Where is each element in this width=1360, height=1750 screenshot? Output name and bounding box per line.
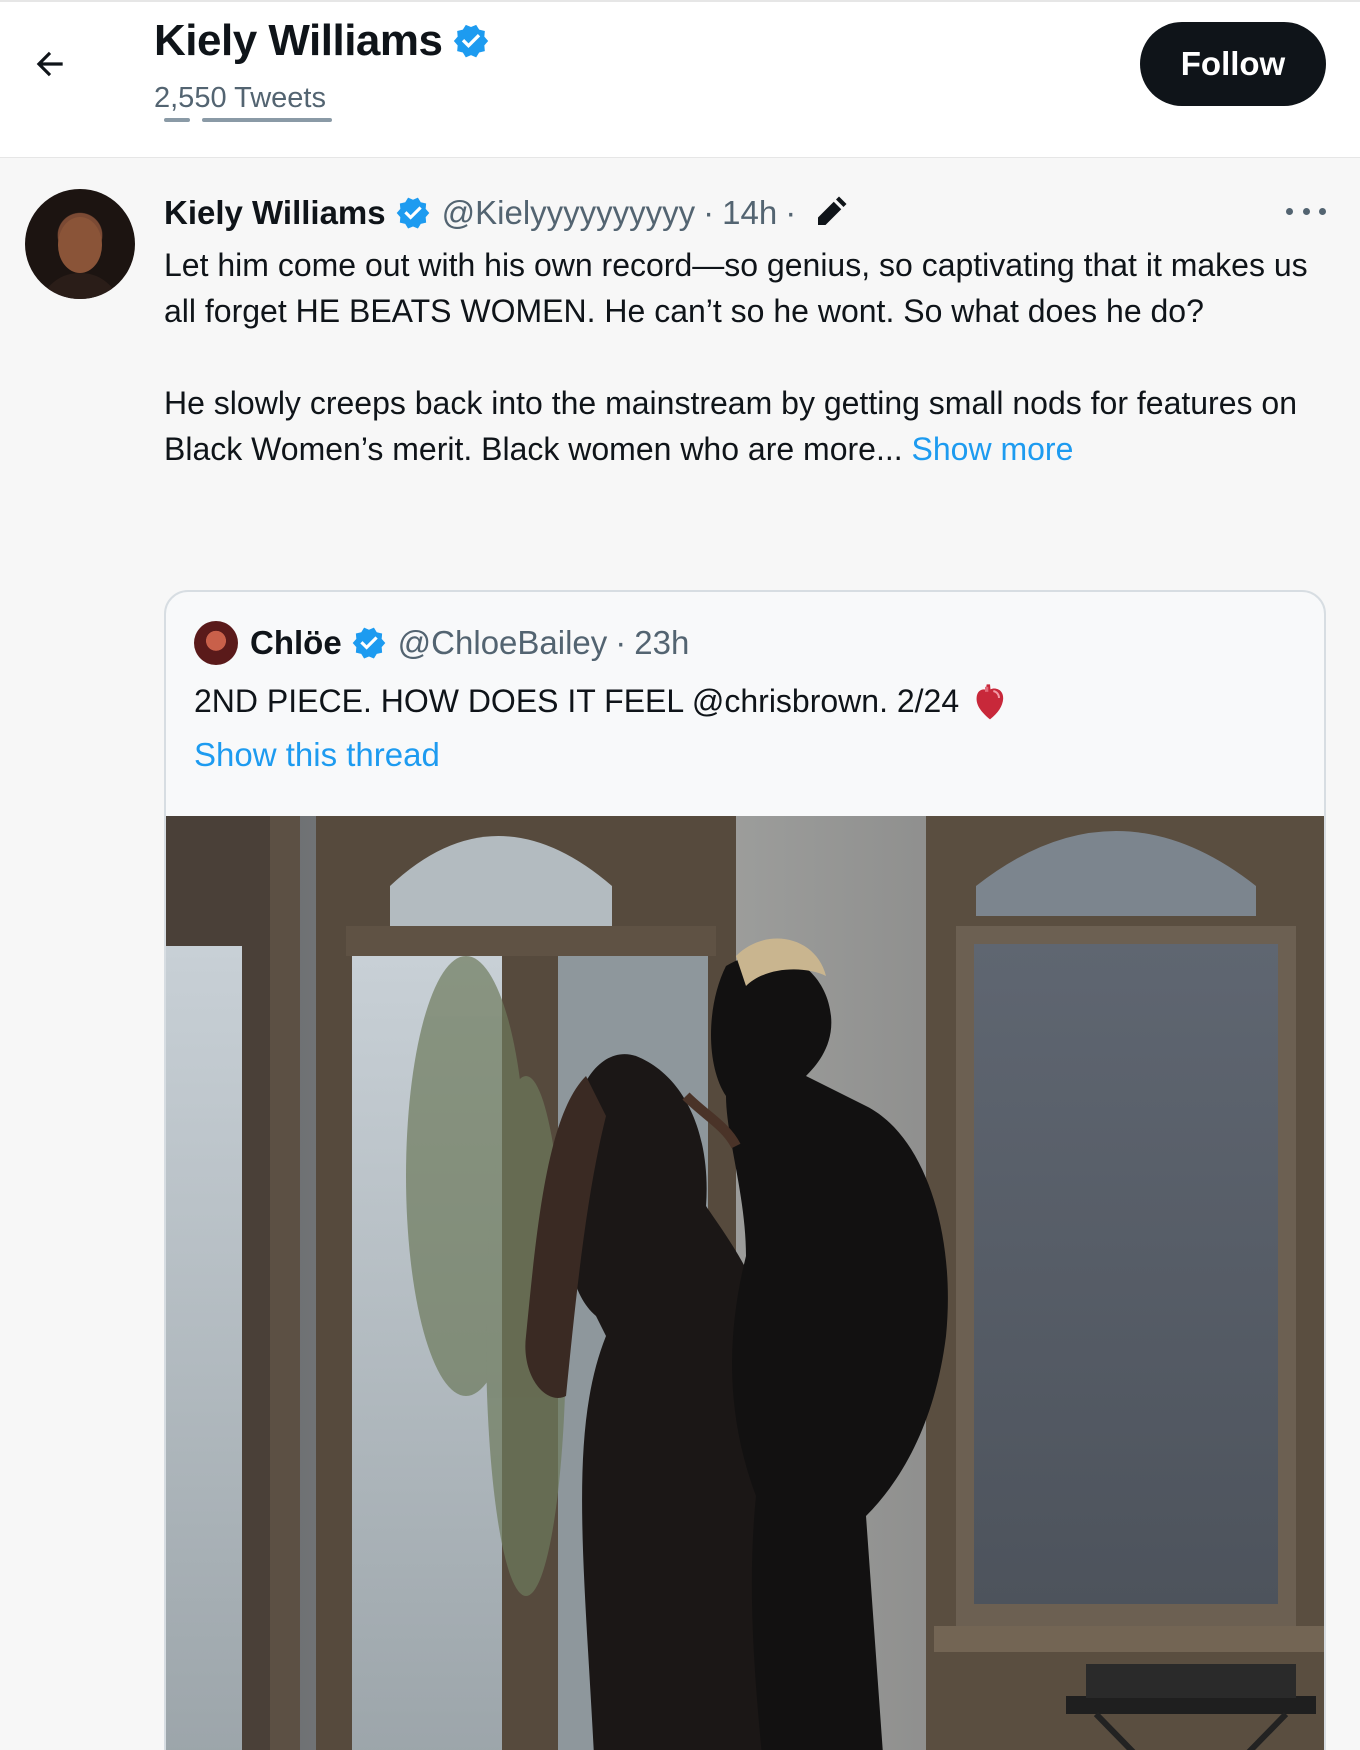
show-more-link[interactable]: Show more [912, 431, 1074, 467]
separator-dot: · [703, 194, 715, 231]
separator-dot: · [615, 624, 627, 661]
quoted-tweet-header: Chlöe @ChloeBailey · 23h [194, 620, 689, 666]
tweet-header: Kiely Williams @Kielyyyyyyyyyy · 14h · [164, 190, 848, 236]
back-button[interactable] [24, 38, 76, 90]
show-thread-link[interactable]: Show this thread [194, 732, 440, 778]
quoted-tweet-body: 2ND PIECE. HOW DOES IT FEEL @chrisbrown.… [194, 683, 960, 719]
arrow-left-icon [36, 51, 63, 77]
verified-badge-icon [350, 624, 388, 662]
follow-button[interactable]: Follow [1140, 22, 1326, 106]
photo-scene [166, 816, 1324, 1750]
verified-badge-icon [451, 21, 491, 61]
more-dots-icon[interactable] [1286, 196, 1326, 226]
tweet-paragraph: Let him come out with his own record—so … [164, 247, 1308, 329]
author-handle[interactable]: @Kielyyyyyyyyyy [442, 194, 696, 232]
promoted-label-fragment [162, 118, 342, 130]
edit-pencil-icon[interactable] [812, 195, 848, 231]
tweet-paragraph: He slowly creeps back into the mainstrea… [164, 380, 1314, 472]
separator-dot: · [785, 194, 797, 231]
avatar[interactable] [194, 621, 238, 665]
avatar[interactable] [25, 189, 135, 299]
quoted-tweet[interactable]: Chlöe @ChloeBailey · 23h 2ND PIECE. HOW … [164, 590, 1326, 1750]
tweet-text: Let him come out with his own record—so … [164, 242, 1314, 472]
author-name[interactable]: Kiely Williams [164, 194, 386, 232]
quoted-author-handle[interactable]: @ChloeBailey [398, 624, 608, 662]
profile-header: Kiely Williams 2,550 Tweets Follow [0, 0, 1360, 158]
quoted-tweet-text: 2ND PIECE. HOW DOES IT FEEL @chrisbrown.… [194, 678, 1007, 724]
profile-name: Kiely Williams [154, 16, 443, 65]
tweet-time[interactable]: 14h [722, 194, 777, 232]
quoted-author-name[interactable]: Chlöe [250, 624, 342, 662]
quoted-tweet-time[interactable]: 23h [634, 624, 689, 662]
tweet-paragraph-text: He slowly creeps back into the mainstrea… [164, 385, 1297, 467]
anatomical-heart-icon [973, 681, 1007, 721]
tweet-count: 2,550 Tweets [154, 82, 326, 114]
quoted-tweet-photo[interactable] [166, 816, 1324, 1750]
profile-title: Kiely Williams [154, 16, 491, 66]
verified-badge-icon [394, 194, 432, 232]
